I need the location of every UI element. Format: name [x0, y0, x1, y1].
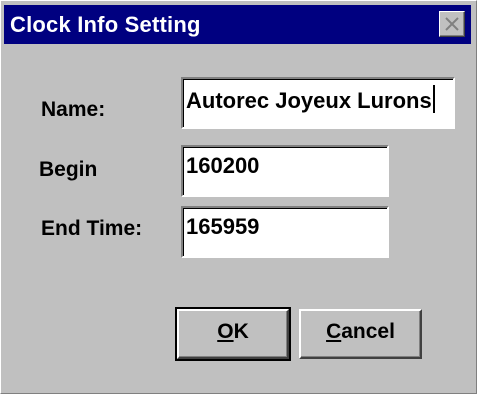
close-button[interactable]: [439, 11, 465, 37]
name-label: Name:: [41, 98, 106, 121]
end-time-field[interactable]: 165959: [181, 206, 389, 258]
name-value: Autorec Joyeux Lurons: [186, 88, 432, 113]
ok-button[interactable]: OK: [175, 307, 291, 361]
begin-value: 160200: [186, 153, 260, 178]
begin-field[interactable]: 160200: [181, 145, 389, 197]
cancel-button[interactable]: Cancel: [299, 309, 422, 359]
title-bar[interactable]: Clock Info Setting: [4, 5, 471, 44]
end-time-value: 165959: [186, 214, 260, 239]
clock-info-dialog: Clock Info Setting Name: Autorec Joyeux …: [0, 0, 477, 394]
text-caret: [432, 85, 435, 113]
ok-label-rest: K: [233, 320, 249, 343]
name-field[interactable]: Autorec Joyeux Lurons: [181, 77, 455, 129]
cancel-label-rest: ancel: [341, 320, 395, 343]
close-icon: [445, 17, 459, 31]
ok-mnemonic: O: [217, 320, 234, 343]
window-title: Clock Info Setting: [10, 12, 201, 37]
cancel-mnemonic: C: [326, 320, 342, 343]
end-time-label: End Time:: [41, 217, 143, 240]
begin-label: Begin: [39, 158, 98, 181]
